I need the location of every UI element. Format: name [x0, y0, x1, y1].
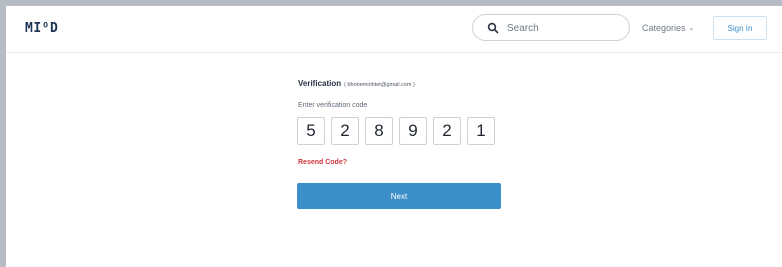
search-box[interactable] — [472, 14, 630, 41]
verification-heading: Verification( bhoneminhtet@gmail.com ) — [298, 73, 415, 91]
code-digit-6[interactable]: 1 — [467, 117, 495, 145]
code-field-label: Enter verification code — [298, 102, 368, 109]
page-title: Verification — [298, 79, 342, 88]
sign-in-button[interactable]: Sign In — [713, 16, 767, 40]
app-window: MIᴼD Categories ⌄ Sign In Verification( … — [6, 6, 782, 267]
top-nav-bar: MIᴼD Categories ⌄ Sign In — [6, 6, 782, 53]
resend-code-link[interactable]: Resend Code? — [298, 159, 347, 166]
code-digit-5[interactable]: 2 — [433, 117, 461, 145]
brand-logo[interactable]: MIᴼD — [25, 21, 58, 36]
search-icon — [487, 22, 499, 34]
code-digit-1[interactable]: 5 — [297, 117, 325, 145]
chevron-down-icon: ⌄ — [688, 25, 695, 32]
next-button[interactable]: Next — [297, 183, 501, 209]
categories-label: Categories — [642, 23, 686, 33]
code-digit-3[interactable]: 8 — [365, 117, 393, 145]
verification-code-inputs: 5 2 8 9 2 1 — [297, 117, 495, 145]
code-digit-4[interactable]: 9 — [399, 117, 427, 145]
search-input[interactable] — [507, 20, 617, 36]
email-address: ( bhoneminhtet@gmail.com ) — [344, 82, 415, 88]
code-digit-2[interactable]: 2 — [331, 117, 359, 145]
categories-dropdown[interactable]: Categories ⌄ — [642, 23, 694, 33]
